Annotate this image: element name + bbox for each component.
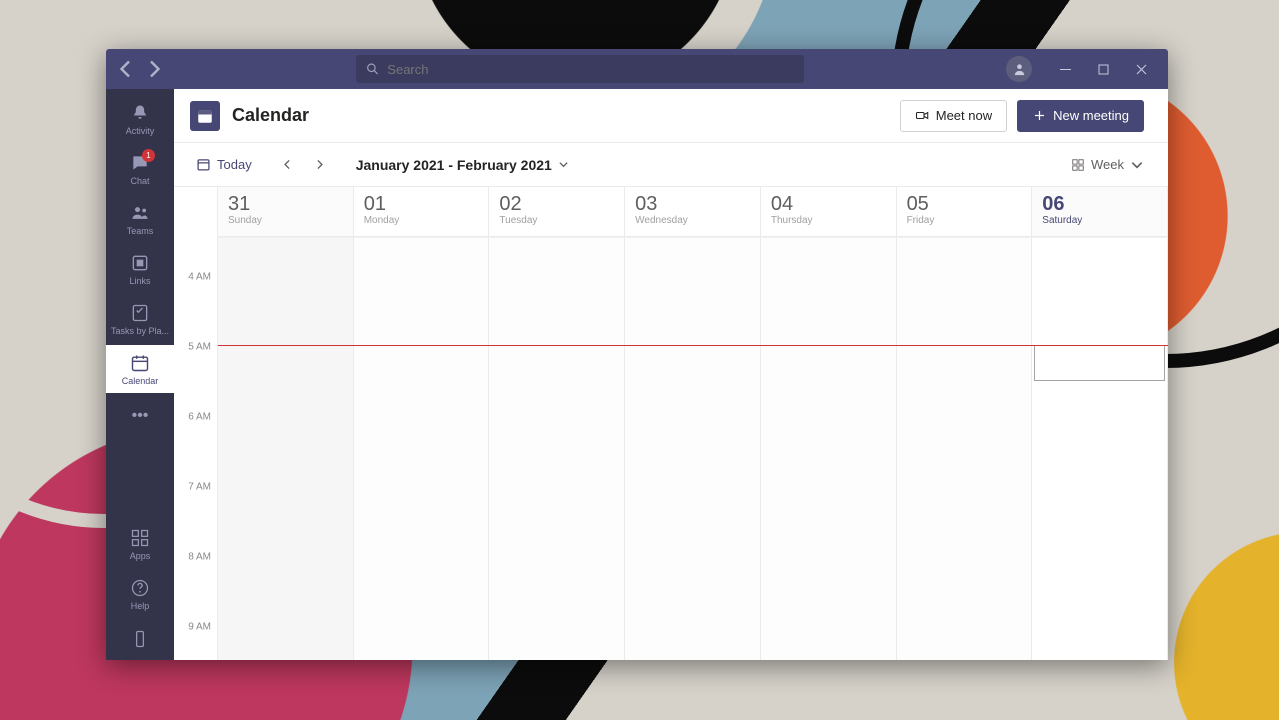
day-header-today[interactable]: 06Saturday: [1032, 187, 1168, 237]
nav-activity[interactable]: Activity: [106, 95, 174, 143]
nav-label: Activity: [126, 126, 155, 136]
nav-tasks[interactable]: Tasks by Pla...: [106, 295, 174, 343]
day-column[interactable]: [218, 237, 354, 660]
meet-now-button[interactable]: Meet now: [900, 100, 1007, 132]
nav-label: Chat: [130, 176, 149, 186]
chevron-down-icon: [558, 159, 569, 170]
view-switcher[interactable]: Week: [1071, 157, 1144, 172]
time-label: 5 AM: [188, 342, 211, 353]
date-range-text: January 2021 - February 2021: [356, 157, 552, 173]
plus-icon: [1032, 108, 1047, 123]
time-label: 6 AM: [188, 412, 211, 423]
nav-device[interactable]: [106, 620, 174, 660]
new-meeting-button[interactable]: New meeting: [1017, 100, 1144, 132]
day-header[interactable]: 31Sunday: [218, 187, 354, 237]
calendar-app-tile: [190, 101, 220, 131]
nav-label: Calendar: [122, 376, 159, 386]
teams-window: Activity 1 Chat Teams Links Tasks by Pla…: [106, 49, 1168, 660]
nav-label: Help: [131, 601, 150, 611]
new-meeting-label: New meeting: [1053, 108, 1129, 123]
day-column[interactable]: [897, 237, 1033, 660]
day-column[interactable]: [354, 237, 490, 660]
time-label: 7 AM: [188, 482, 211, 493]
nav-rail: Activity 1 Chat Teams Links Tasks by Pla…: [106, 89, 174, 660]
time-label: 9 AM: [188, 622, 211, 633]
view-label: Week: [1091, 157, 1124, 172]
nav-help[interactable]: Help: [106, 570, 174, 618]
grid-icon: [1071, 158, 1085, 172]
calendar-tile-icon: [196, 107, 214, 125]
titlebar: [106, 49, 1168, 89]
search-input[interactable]: [387, 62, 794, 77]
day-column-today[interactable]: [1032, 237, 1168, 660]
nav-label: Tasks by Pla...: [111, 326, 169, 336]
history-forward-button[interactable]: [142, 57, 166, 81]
date-range-picker[interactable]: January 2021 - February 2021: [356, 157, 569, 173]
page-header: Calendar Meet now New meeting: [174, 89, 1168, 143]
current-time-line: [218, 345, 1168, 346]
link-icon: [130, 253, 150, 273]
prev-week-button[interactable]: [274, 151, 302, 179]
time-slots[interactable]: [218, 237, 1168, 660]
window-close-button[interactable]: [1122, 49, 1160, 89]
bell-icon: [130, 103, 150, 123]
day-header[interactable]: 03Wednesday: [625, 187, 761, 237]
time-label: 4 AM: [188, 272, 211, 283]
tasks-icon: [130, 303, 150, 323]
day-column[interactable]: [489, 237, 625, 660]
help-icon: [130, 578, 150, 598]
current-time-slot[interactable]: [1034, 345, 1165, 381]
day-header[interactable]: 04Thursday: [761, 187, 897, 237]
teams-icon: [130, 203, 150, 223]
chat-badge: 1: [142, 149, 155, 162]
video-icon: [915, 108, 930, 123]
page-title: Calendar: [232, 105, 309, 126]
today-button[interactable]: Today: [190, 153, 258, 176]
time-label: 8 AM: [188, 552, 211, 563]
today-label: Today: [217, 157, 252, 172]
meet-now-label: Meet now: [936, 108, 992, 123]
today-icon: [196, 157, 211, 172]
nav-label: Links: [129, 276, 150, 286]
search-icon: [366, 62, 379, 76]
calendar-grid: 4 AM 5 AM 6 AM 7 AM 8 AM 9 AM 31Sunday 0…: [174, 187, 1168, 660]
next-week-button[interactable]: [306, 151, 334, 179]
chevron-down-icon: [1130, 158, 1144, 172]
nav-calendar[interactable]: Calendar: [106, 345, 174, 393]
window-maximize-button[interactable]: [1084, 49, 1122, 89]
org-avatar[interactable]: [1006, 56, 1032, 82]
device-icon: [130, 629, 150, 649]
nav-label: Teams: [127, 226, 154, 236]
days-container: 31Sunday 01Monday 02Tuesday 03Wednesday …: [218, 187, 1168, 660]
org-icon: [1012, 62, 1027, 77]
day-header[interactable]: 01Monday: [354, 187, 490, 237]
nav-teams[interactable]: Teams: [106, 195, 174, 243]
history-back-button[interactable]: [114, 57, 138, 81]
calendar-toolbar: Today January 2021 - February 2021 Week: [174, 143, 1168, 187]
time-gutter: 4 AM 5 AM 6 AM 7 AM 8 AM 9 AM: [174, 187, 218, 660]
nav-chat[interactable]: 1 Chat: [106, 145, 174, 193]
calendar-icon: [130, 353, 150, 373]
window-minimize-button[interactable]: [1046, 49, 1084, 89]
search-box[interactable]: [356, 55, 804, 83]
apps-icon: [130, 528, 150, 548]
ellipsis-icon: •••: [132, 407, 149, 425]
day-header[interactable]: 05Friday: [897, 187, 1033, 237]
nav-more[interactable]: •••: [106, 395, 174, 437]
nav-apps[interactable]: Apps: [106, 520, 174, 568]
day-column[interactable]: [761, 237, 897, 660]
nav-links[interactable]: Links: [106, 245, 174, 293]
day-column[interactable]: [625, 237, 761, 660]
day-header[interactable]: 02Tuesday: [489, 187, 625, 237]
nav-label: Apps: [130, 551, 151, 561]
